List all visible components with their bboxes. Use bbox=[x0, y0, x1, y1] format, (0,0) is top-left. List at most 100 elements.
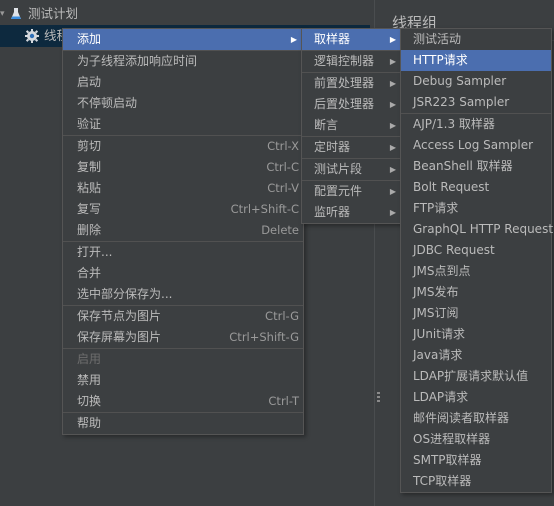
sampler-submenu: 测试活动 HTTP请求 Debug Sampler JSR223 Sampler… bbox=[400, 28, 554, 493]
submenu-arrow-icon: ▶ bbox=[389, 187, 396, 196]
menu-item-start[interactable]: 启动 bbox=[63, 72, 303, 93]
menu-item-pre-processor[interactable]: 前置处理器 ▶ bbox=[302, 73, 402, 94]
menu-item-listener[interactable]: 监听器 ▶ bbox=[302, 202, 402, 223]
menu-item-label: 切换 bbox=[77, 394, 102, 408]
menu-item-beanshell-sampler[interactable]: BeanShell 取样器 bbox=[401, 156, 551, 177]
menu-item-jms-subscriber[interactable]: JMS订阅 bbox=[401, 303, 551, 324]
menu-item-post-processor[interactable]: 后置处理器 ▶ bbox=[302, 94, 402, 115]
menu-item-mail-reader-sampler[interactable]: 邮件阅读者取样器 bbox=[401, 408, 551, 429]
menu-item-label: JSR223 Sampler bbox=[413, 95, 510, 109]
menu-item-validate[interactable]: 验证 bbox=[63, 114, 303, 135]
menu-item-label: JDBC Request bbox=[413, 243, 495, 257]
menu-item-paste[interactable]: 粘贴 Ctrl-V bbox=[63, 178, 303, 199]
menu-item-cut[interactable]: 剪切 Ctrl-X bbox=[63, 136, 303, 157]
menu-item-disable[interactable]: 禁用 bbox=[63, 370, 303, 391]
menu-item-label: 粘贴 bbox=[77, 181, 102, 195]
menu-item-access-log-sampler[interactable]: Access Log Sampler bbox=[401, 135, 551, 156]
add-submenu: 取样器 ▶ 逻辑控制器 ▶ 前置处理器 ▶ 后置处理器 ▶ 断言 ▶ 定时器 ▶ 测试片段 ▶… bbox=[301, 28, 403, 224]
menu-item-sampler[interactable]: 取样器 ▶ bbox=[302, 29, 402, 50]
menu-item-logic-controller[interactable]: 逻辑控制器 ▶ bbox=[302, 51, 402, 72]
menu-item-delete[interactable]: 删除 Delete bbox=[63, 220, 303, 241]
menu-item-ftp-request[interactable]: FTP请求 bbox=[401, 198, 551, 219]
menu-item-label: 复写 bbox=[77, 202, 102, 216]
menu-item-label: 验证 bbox=[77, 117, 102, 131]
menu-item-save-selection-as[interactable]: 选中部分保存为... bbox=[63, 284, 303, 305]
menu-item-add[interactable]: 添加 ▶ bbox=[63, 29, 303, 50]
menu-item-label: SMTP取样器 bbox=[413, 453, 482, 467]
menu-item-label: 前置处理器 bbox=[314, 76, 375, 90]
menu-item-label: Java请求 bbox=[413, 348, 463, 362]
menu-item-bolt-request[interactable]: Bolt Request bbox=[401, 177, 551, 198]
menu-item-test-fragment[interactable]: 测试片段 ▶ bbox=[302, 159, 402, 180]
menu-item-label: AJP/1.3 取样器 bbox=[413, 117, 495, 131]
menu-item-http-request[interactable]: HTTP请求 bbox=[401, 50, 551, 71]
menu-item-label: BeanShell 取样器 bbox=[413, 159, 513, 173]
menu-item-test-action[interactable]: 测试活动 bbox=[401, 29, 551, 50]
menu-item-save-screen-image[interactable]: 保存屏幕为图片 Ctrl+Shift-G bbox=[63, 327, 303, 348]
menu-item-label: 取样器 bbox=[314, 32, 351, 46]
menu-item-label: 保存节点为图片 bbox=[77, 309, 162, 323]
menu-item-smtp-sampler[interactable]: SMTP取样器 bbox=[401, 450, 551, 471]
submenu-arrow-icon: ▶ bbox=[389, 35, 396, 44]
menu-item-label: JMS订阅 bbox=[413, 306, 459, 320]
menu-item-toggle[interactable]: 切换 Ctrl-T bbox=[63, 391, 303, 412]
splitter-grip-icon[interactable] bbox=[377, 392, 380, 404]
menu-item-label: 选中部分保存为... bbox=[77, 287, 173, 301]
menu-item-assertion[interactable]: 断言 ▶ bbox=[302, 115, 402, 136]
menu-item-label: 测试活动 bbox=[413, 32, 462, 46]
menu-item-label: FTP请求 bbox=[413, 201, 459, 215]
menu-item-graphql-request[interactable]: GraphQL HTTP Request bbox=[401, 219, 554, 240]
submenu-arrow-icon: ▶ bbox=[389, 143, 396, 152]
shortcut-label: Ctrl-T bbox=[268, 394, 299, 408]
menu-item-tcp-sampler[interactable]: TCP取样器 bbox=[401, 471, 551, 492]
menu-item-label: Debug Sampler bbox=[413, 74, 507, 88]
submenu-arrow-icon: ▶ bbox=[290, 35, 297, 44]
menu-item-label: 测试片段 bbox=[314, 162, 363, 176]
menu-item-save-node-image[interactable]: 保存节点为图片 Ctrl-G bbox=[63, 306, 303, 327]
menu-item-label: 删除 bbox=[77, 223, 102, 237]
menu-item-add-response-time[interactable]: 为子线程添加响应时间 bbox=[63, 51, 303, 72]
shortcut-label: Ctrl+Shift-G bbox=[229, 330, 299, 344]
menu-item-ldap-extended-request[interactable]: LDAP扩展请求默认值 bbox=[401, 366, 551, 387]
menu-item-label: 帮助 bbox=[77, 416, 102, 430]
tree-item-test-plan[interactable]: ▾ 测试计划 bbox=[0, 3, 370, 25]
menu-item-label: LDAP扩展请求默认值 bbox=[413, 369, 529, 383]
collapse-arrow-icon[interactable]: ▾ bbox=[0, 3, 8, 25]
menu-item-label: JMS点到点 bbox=[413, 264, 471, 278]
menu-item-jms-point-to-point[interactable]: JMS点到点 bbox=[401, 261, 551, 282]
menu-item-label: LDAP请求 bbox=[413, 390, 469, 404]
menu-item-start-no-pause[interactable]: 不停顿启动 bbox=[63, 93, 303, 114]
menu-item-copy[interactable]: 复制 Ctrl-C bbox=[63, 157, 303, 178]
shortcut-label: Ctrl-V bbox=[267, 181, 299, 195]
menu-item-enable: 启用 bbox=[63, 349, 303, 370]
menu-item-junit-request[interactable]: JUnit请求 bbox=[401, 324, 551, 345]
menu-item-timer[interactable]: 定时器 ▶ bbox=[302, 137, 402, 158]
menu-item-debug-sampler[interactable]: Debug Sampler bbox=[401, 71, 551, 92]
menu-item-label: Access Log Sampler bbox=[413, 138, 534, 152]
submenu-arrow-icon: ▶ bbox=[389, 100, 396, 109]
menu-item-jdbc-request[interactable]: JDBC Request bbox=[401, 240, 551, 261]
menu-item-ajp-sampler[interactable]: AJP/1.3 取样器 bbox=[401, 114, 551, 135]
menu-item-label: 监听器 bbox=[314, 205, 351, 219]
shortcut-label: Ctrl+Shift-C bbox=[230, 202, 299, 216]
menu-item-label: GraphQL HTTP Request bbox=[413, 222, 554, 236]
menu-item-jms-publisher[interactable]: JMS发布 bbox=[401, 282, 551, 303]
menu-item-config-element[interactable]: 配置元件 ▶ bbox=[302, 181, 402, 202]
gear-icon bbox=[25, 29, 39, 43]
menu-item-ldap-request[interactable]: LDAP请求 bbox=[401, 387, 551, 408]
menu-item-open[interactable]: 打开... bbox=[63, 242, 303, 263]
menu-item-jsr223-sampler[interactable]: JSR223 Sampler bbox=[401, 92, 551, 113]
menu-item-label: 邮件阅读者取样器 bbox=[413, 411, 510, 425]
menu-item-merge[interactable]: 合并 bbox=[63, 263, 303, 284]
menu-item-help[interactable]: 帮助 bbox=[63, 413, 303, 434]
menu-item-label: 保存屏幕为图片 bbox=[77, 330, 162, 344]
menu-item-os-process-sampler[interactable]: OS进程取样器 bbox=[401, 429, 551, 450]
menu-item-label: Bolt Request bbox=[413, 180, 490, 194]
menu-item-label: 逻辑控制器 bbox=[314, 54, 375, 68]
menu-item-java-request[interactable]: Java请求 bbox=[401, 345, 551, 366]
submenu-arrow-icon: ▶ bbox=[389, 208, 396, 217]
menu-item-label: 禁用 bbox=[77, 373, 102, 387]
menu-item-label: 复制 bbox=[77, 160, 102, 174]
menu-item-duplicate[interactable]: 复写 Ctrl+Shift-C bbox=[63, 199, 303, 220]
tree-item-label: 测试计划 bbox=[28, 6, 79, 21]
